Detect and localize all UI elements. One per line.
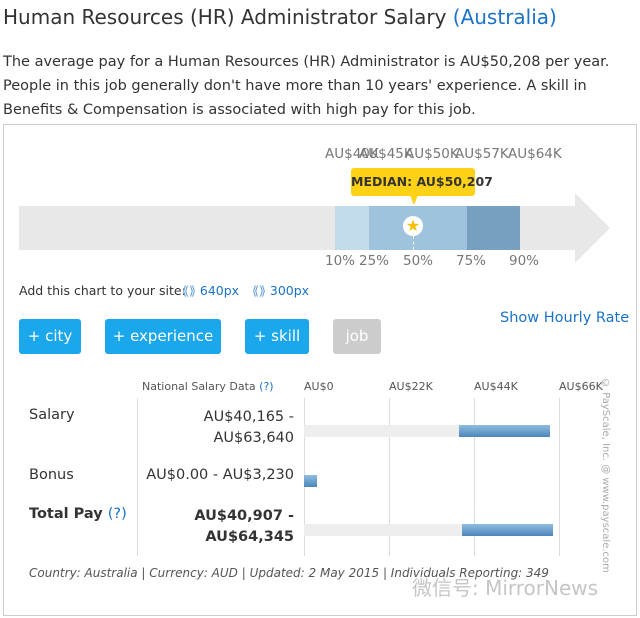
axis-label: AU$44K (474, 380, 518, 393)
top-label: AU$57K (455, 146, 509, 162)
median-tooltip: MEDIAN: AU$50,207 (351, 168, 493, 196)
range-track (304, 524, 463, 536)
salary-range: AU$40,165 - AU$63,640 (204, 407, 294, 449)
median-line (413, 236, 414, 250)
segment-10-25 (335, 206, 369, 250)
show-hourly-rate-link[interactable]: Show Hourly Rate (500, 310, 629, 326)
range-bar (304, 475, 317, 487)
table-header: National Salary Data (?) (142, 380, 274, 393)
help-link[interactable]: (?) (259, 380, 273, 393)
divider (137, 398, 138, 556)
range-track (304, 425, 460, 437)
add-skill-button[interactable]: + skill (245, 319, 309, 354)
title-text: Human Resources (HR) Administrator Salar… (3, 5, 447, 29)
embed-300-label: 300px (269, 283, 310, 298)
axis-label: AU$0 (304, 380, 334, 393)
gridline (559, 398, 560, 556)
salary-widget (3, 124, 637, 616)
total-pay-text: Total Pay (29, 506, 103, 522)
table-header-text: National Salary Data (142, 380, 256, 393)
embed-label: Add this chart to your site: (19, 283, 186, 298)
top-label: AU$50K (405, 146, 459, 162)
code-icon: ⟪⟫ (252, 283, 266, 298)
add-city-button[interactable]: + city (19, 319, 81, 354)
add-experience-button[interactable]: + experience (105, 319, 221, 354)
axis-label: AU$66K (559, 380, 603, 393)
description: The average pay for a Human Resources (H… (3, 54, 610, 118)
country-link[interactable]: (Australia) (453, 5, 557, 29)
copyright-text: © PayScale, Inc. @ www.payscale.com (600, 378, 611, 573)
range-bar (462, 524, 553, 536)
row-label-total-pay: Total Pay (?) (29, 506, 127, 522)
job-button[interactable]: job (333, 319, 381, 354)
arrow-head (575, 193, 610, 263)
embed-640-link[interactable]: ⟪⟫ 640px (182, 283, 239, 298)
page-title: Human Resources (HR) Administrator Salar… (3, 5, 557, 29)
range-line: AU$40,165 - (203, 409, 294, 425)
code-icon: ⟪⟫ (182, 283, 196, 298)
percentile-label: 75% (456, 253, 487, 269)
percentile-label: 25% (359, 253, 390, 269)
total-pay-range: AU$40,907 - AU$64,345 (194, 506, 294, 548)
embed-640-label: 640px (199, 283, 240, 298)
watermark: 微信号: MirrorNews (412, 576, 599, 600)
embed-300-link[interactable]: ⟪⟫ 300px (252, 283, 309, 298)
percentile-label: 50% (403, 253, 434, 269)
percentile-label: 10% (325, 253, 356, 269)
range-bar (459, 425, 550, 437)
star-icon: ★ (403, 216, 423, 236)
row-label-bonus: Bonus (29, 467, 74, 483)
segment-75-90 (467, 206, 520, 250)
tooltip-pointer (410, 195, 418, 205)
bonus-range: AU$0.00 - AU$3,230 (146, 467, 294, 483)
top-label: AU$64K (508, 146, 562, 162)
percentile-label: 90% (509, 253, 540, 269)
axis-label: AU$22K (389, 380, 433, 393)
help-link[interactable]: (?) (108, 506, 127, 522)
range-line: AU$40,907 - (194, 508, 294, 524)
row-label-salary: Salary (29, 407, 75, 423)
range-line: AU$64,345 (205, 529, 294, 545)
range-line: AU$63,640 (213, 430, 295, 446)
